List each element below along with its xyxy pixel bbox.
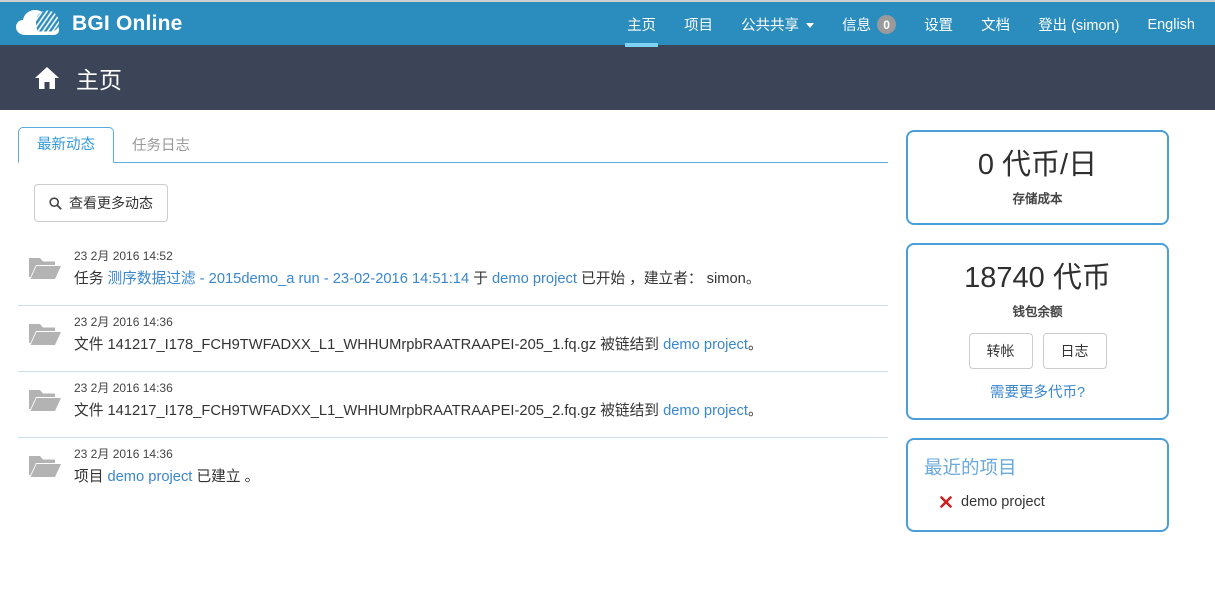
cloud-icon — [14, 8, 62, 40]
activity-body: 23 2月 2016 14:36 项目 demo project 已建立 。 — [74, 446, 888, 489]
need-more-credits-link[interactable]: 需要更多代币? — [920, 381, 1155, 402]
recent-project-name[interactable]: demo project — [961, 494, 1045, 510]
nav-item-messages[interactable]: 信息 0 — [828, 2, 910, 47]
nav-item-label: 公共共享 — [741, 18, 800, 34]
tab-label: 最新动态 — [37, 137, 95, 153]
storage-cost-value: 0 代币/日 — [977, 149, 1098, 181]
activity-task-link[interactable]: 测序数据过滤 - 2015demo_a run - 23-02-2016 14:… — [107, 271, 469, 287]
activity-timestamp: 23 2月 2016 14:36 — [74, 381, 173, 395]
wallet-balance-label: 钱包余额 — [1012, 305, 1063, 319]
nav-item-label: 信息 — [842, 18, 872, 34]
main-nav: 主页 项目 公共共享 信息 0 设置 文档 登出 (simon) English — [613, 2, 1209, 47]
search-icon — [49, 196, 62, 210]
activity-text: 文件 141217_I178_FCH9TWFADXX_L1_WHHUMrpbRA… — [74, 399, 888, 423]
wallet-balance-value: 18740 代币 — [964, 262, 1111, 294]
activity-item: 23 2月 2016 14:36 文件 141217_I178_FCH9TWFA… — [18, 372, 888, 438]
activity-text-part: 已开始 ，建立者： simon。 — [576, 271, 761, 287]
activity-text-part: 文件 141217_I178_FCH9TWFADXX_L1_WHHUMrpbRA… — [74, 337, 664, 353]
storage-cost-label: 存储成本 — [1012, 192, 1063, 206]
activity-timestamp: 23 2月 2016 14:36 — [74, 315, 173, 329]
nav-item-projects[interactable]: 项目 — [670, 2, 727, 47]
sidebar: 0 代币/日 存储成本 18740 代币 钱包余额 转帐 日志 需要更多代币? … — [906, 128, 1169, 550]
activity-text: 文件 141217_I178_FCH9TWFADXX_L1_WHHUMrpbRA… — [74, 333, 888, 357]
wallet-panel: 18740 代币 钱包余额 转帐 日志 需要更多代币? — [906, 243, 1169, 420]
wallet-log-button[interactable]: 日志 — [1042, 333, 1107, 369]
activity-timestamp: 23 2月 2016 14:36 — [74, 447, 173, 461]
list-item[interactable]: demo project — [924, 494, 1151, 510]
activity-item: 23 2月 2016 14:36 项目 demo project 已建立 。 — [18, 438, 888, 503]
activity-project-link[interactable]: demo project — [663, 403, 748, 419]
activity-text-part: 文件 141217_I178_FCH9TWFADXX_L1_WHHUMrpbRA… — [74, 403, 664, 419]
tab-task-log[interactable]: 任务日志 — [114, 129, 208, 163]
nav-item-label: 主页 — [627, 18, 657, 34]
chevron-down-icon — [806, 23, 815, 28]
activity-project-link[interactable]: demo project — [492, 271, 577, 287]
brand-name: BGI Online — [72, 11, 183, 35]
x-icon[interactable] — [940, 496, 952, 508]
activity-timestamp: 23 2月 2016 14:52 — [74, 249, 173, 263]
view-more-activity-button[interactable]: 查看更多动态 — [34, 184, 168, 222]
brand[interactable]: BGI Online — [0, 8, 183, 40]
tab-latest-activity[interactable]: 最新动态 — [18, 127, 114, 163]
content-tabs: 最新动态 任务日志 — [18, 127, 888, 163]
nav-item-label: English — [1147, 16, 1195, 33]
transfer-button[interactable]: 转帐 — [968, 333, 1033, 369]
nav-item-docs[interactable]: 文档 — [967, 2, 1024, 47]
page-title-bar: 主页 — [0, 45, 1215, 110]
folder-icon — [28, 314, 62, 357]
home-icon — [34, 66, 60, 90]
tab-label: 任务日志 — [132, 138, 190, 154]
nav-item-settings[interactable]: 设置 — [910, 2, 967, 47]
nav-item-public-share[interactable]: 公共共享 — [727, 2, 828, 47]
nav-item-label: 登出 (simon) — [1038, 18, 1120, 34]
activity-text: 任务 测序数据过滤 - 2015demo_a run - 23-02-2016 … — [74, 267, 888, 291]
activity-text-part: 于 — [469, 271, 493, 287]
nav-item-home[interactable]: 主页 — [613, 2, 670, 47]
folder-icon — [28, 380, 62, 423]
view-more-activity-label: 查看更多动态 — [69, 195, 153, 211]
activity-feed: 23 2月 2016 14:52 任务 测序数据过滤 - 2015demo_a … — [18, 240, 888, 503]
nav-item-label: 设置 — [924, 18, 954, 34]
recent-projects-heading: 最近的项目 — [924, 457, 1017, 478]
folder-icon — [28, 248, 62, 291]
recent-projects-panel: 最近的项目 demo project — [906, 438, 1169, 532]
activity-body: 23 2月 2016 14:52 任务 测序数据过滤 - 2015demo_a … — [74, 248, 888, 291]
activity-body: 23 2月 2016 14:36 文件 141217_I178_FCH9TWFA… — [74, 314, 888, 357]
nav-item-logout[interactable]: 登出 (simon) — [1024, 2, 1133, 47]
activity-text-part: 。 — [747, 403, 763, 419]
storage-cost-panel: 0 代币/日 存储成本 — [906, 130, 1169, 225]
top-navigation-bar: BGI Online 主页 项目 公共共享 信息 0 设置 文档 登出 (sim… — [0, 0, 1215, 47]
activity-project-link[interactable]: demo project — [107, 469, 192, 485]
folder-icon — [28, 446, 62, 489]
main-column: 最新动态 任务日志 查看更多动态 23 2月 2016 14:52 任务 测序数… — [18, 127, 888, 503]
activity-body: 23 2月 2016 14:36 文件 141217_I178_FCH9TWFA… — [74, 380, 888, 423]
page-title: 主页 — [76, 66, 122, 93]
nav-item-label: 项目 — [684, 18, 714, 34]
page-body: 最新动态 任务日志 查看更多动态 23 2月 2016 14:52 任务 测序数… — [0, 110, 1215, 597]
nav-item-label: 文档 — [981, 18, 1011, 34]
activity-text-part: 已建立 。 — [192, 469, 260, 485]
activity-item: 23 2月 2016 14:36 文件 141217_I178_FCH9TWFA… — [18, 306, 888, 372]
activity-text-part: 。 — [747, 337, 763, 353]
activity-project-link[interactable]: demo project — [663, 337, 748, 353]
message-count-badge: 0 — [877, 15, 897, 34]
activity-item: 23 2月 2016 14:52 任务 测序数据过滤 - 2015demo_a … — [18, 240, 888, 306]
activity-text-part: 项目 — [74, 469, 108, 485]
activity-text-part: 任务 — [74, 271, 108, 287]
activity-text: 项目 demo project 已建立 。 — [74, 465, 888, 489]
wallet-actions: 转帐 日志 — [920, 333, 1155, 369]
nav-item-language[interactable]: English — [1133, 2, 1209, 47]
